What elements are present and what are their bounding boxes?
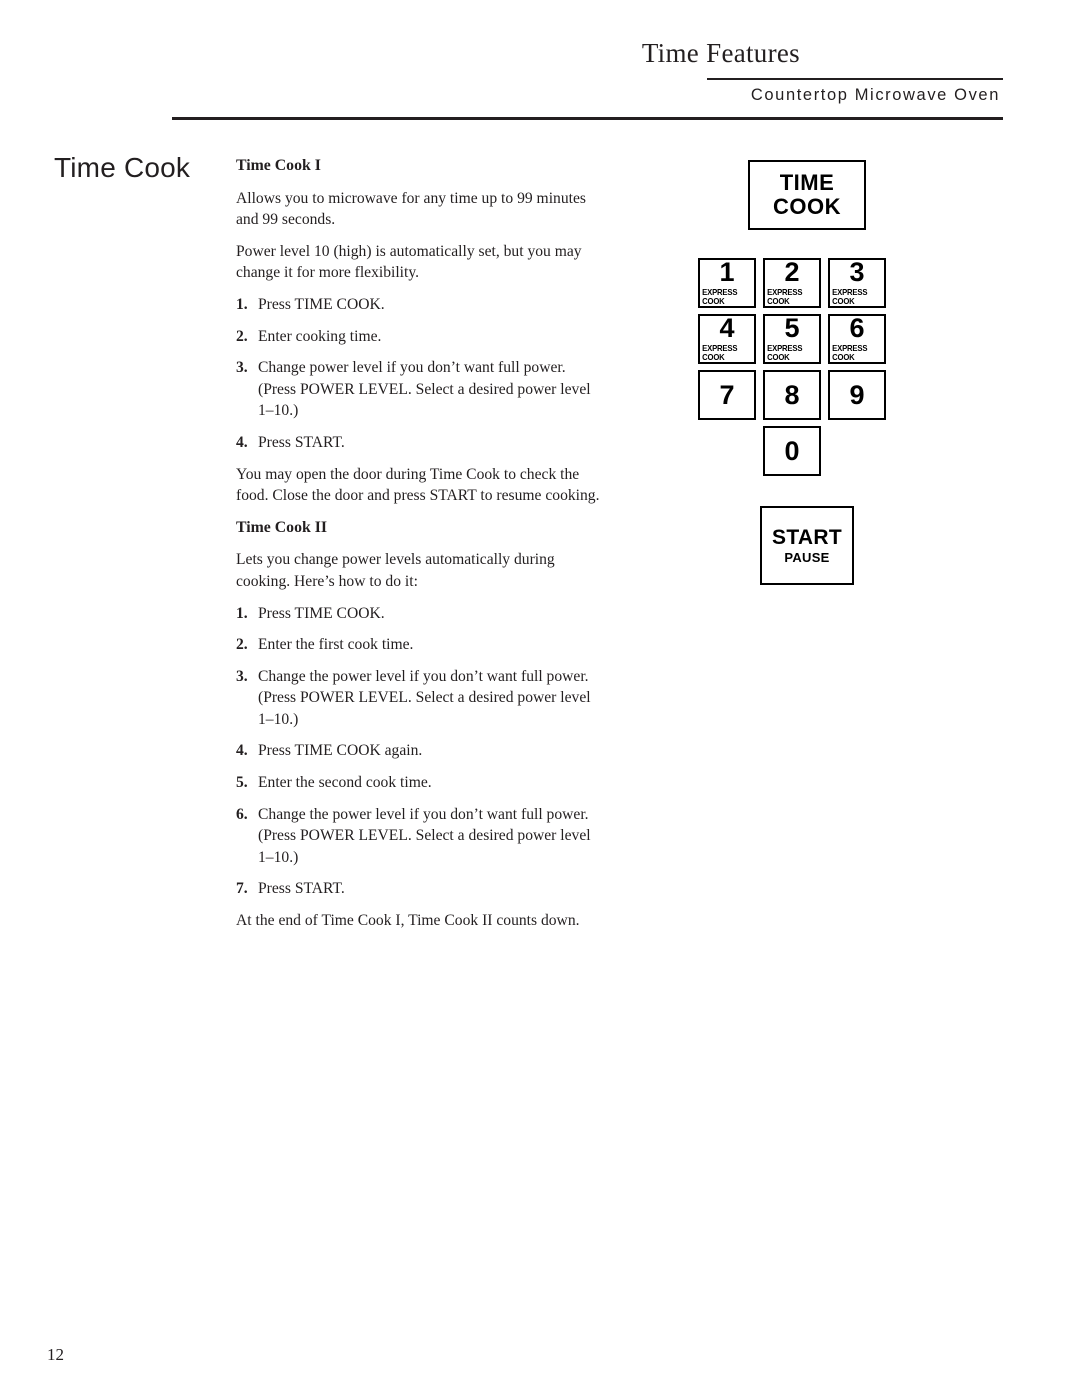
key-digit: 0 [784,435,800,466]
time-cook-button[interactable]: TIME COOK [748,160,866,230]
step-item: 1. Press TIME COOK. [236,603,604,625]
body-column: Time Cook I Allows you to microwave for … [236,155,604,942]
step-item: 1. Press TIME COOK. [236,294,604,316]
header-subtitle: Countertop Microwave Oven [750,86,1000,104]
step-item: 4. Press START. [236,432,604,454]
express-cook-label: EXPRESS COOK [832,343,868,362]
pause-label: PAUSE [784,550,830,565]
express-cook-label: EXPRESS COOK [702,287,738,306]
step-number: 4. [236,742,248,760]
express-cook-label: EXPRESS COOK [832,287,868,306]
time-cook-label-line1: TIME [779,170,835,195]
express-cook-label: EXPRESS COOK [702,343,738,362]
keypad-key-2[interactable]: 2 EXPRESS COOK [763,258,821,308]
paragraph-change-power-levels: Lets you change power levels automatical… [236,551,555,590]
key-digit: 2 [784,257,800,287]
express-cook-label: EXPRESS COOK [767,287,803,306]
step-number: 3. [236,359,248,377]
step-text: Change power level if you don’t want ful… [258,359,591,420]
subsection-heading-time-cook-ii: Time Cook II [236,518,327,536]
keypad-diagram: TIME COOK 1 EXPRESS COOK 2 EXPRESS COOK … [690,150,950,600]
step-text: Press TIME COOK again. [258,742,423,760]
paragraph-power-level-default: Power level 10 (high) is automatically s… [236,242,582,282]
key-digit: 3 [849,257,865,287]
keypad-key-8[interactable]: 8 [763,370,821,420]
key-digit: 8 [784,379,800,410]
key-digit: 1 [719,257,735,287]
paragraph-countdown-note: At the end of Time Cook I, Time Cook II … [236,912,580,930]
step-item: 7. Press START. [236,878,604,900]
step-number: 7. [236,880,248,898]
step-number: 5. [236,774,248,792]
step-number: 1. [236,604,248,622]
step-text: Change the power level if you don’t want… [258,667,591,728]
step-text: Enter cooking time. [258,327,382,345]
header-rule-upper [707,78,1003,80]
step-text: Change the power level if you don’t want… [258,805,591,866]
step-text: Enter the second cook time. [258,774,432,792]
step-text: Press TIME COOK. [258,295,385,313]
step-item: 4. Press TIME COOK again. [236,740,604,762]
step-number: 3. [236,667,248,685]
key-digit: 9 [849,379,865,410]
key-digit: 6 [849,313,865,343]
express-cook-label: EXPRESS COOK [767,343,803,362]
step-item: 2. Enter the first cook time. [236,634,604,656]
keypad-key-7[interactable]: 7 [698,370,756,420]
step-number: 1. [236,295,248,313]
step-text: Enter the first cook time. [258,636,414,654]
key-digit: 4 [719,313,735,343]
paragraph-open-door-note: You may open the door during Time Cook t… [236,465,600,505]
step-item: 6. Change the power level if you don’t wa… [236,804,604,869]
start-label: START [772,526,842,549]
keypad-key-0[interactable]: 0 [763,426,821,476]
subsection-heading-time-cook-i: Time Cook I [236,157,321,174]
step-item: 3. Change power level if you don’t want f… [236,357,604,422]
key-digit: 7 [719,379,735,410]
keypad-key-3[interactable]: 3 EXPRESS COOK [828,258,886,308]
step-text: Press START. [258,880,345,898]
step-number: 2. [236,636,248,654]
keypad-key-5[interactable]: 5 EXPRESS COOK [763,314,821,364]
step-item: 2. Enter cooking time. [236,326,604,348]
page-title: Time Features [641,38,800,68]
key-digit: 5 [784,313,800,343]
start-pause-button[interactable]: START PAUSE [760,506,854,585]
keypad-key-9[interactable]: 9 [828,370,886,420]
time-cook-label-line2: COOK [773,194,841,219]
step-item: 5. Enter the second cook time. [236,772,604,794]
step-text: Press START. [258,433,345,451]
step-text: Press TIME COOK. [258,604,385,622]
step-number: 6. [236,805,248,823]
header-rule-lower [172,117,1003,120]
step-number: 2. [236,327,248,345]
keypad-key-4[interactable]: 4 EXPRESS COOK [698,314,756,364]
paragraph-allows-microwave: Allows you to microwave for any time up … [236,189,586,229]
page-number: 12 [47,1345,64,1364]
keypad-key-6[interactable]: 6 EXPRESS COOK [828,314,886,364]
step-number: 4. [236,433,248,451]
step-item: 3. Change the power level if you don’t wa… [236,666,604,731]
keypad-key-1[interactable]: 1 EXPRESS COOK [698,258,756,308]
section-side-heading: Time Cook [54,152,191,183]
